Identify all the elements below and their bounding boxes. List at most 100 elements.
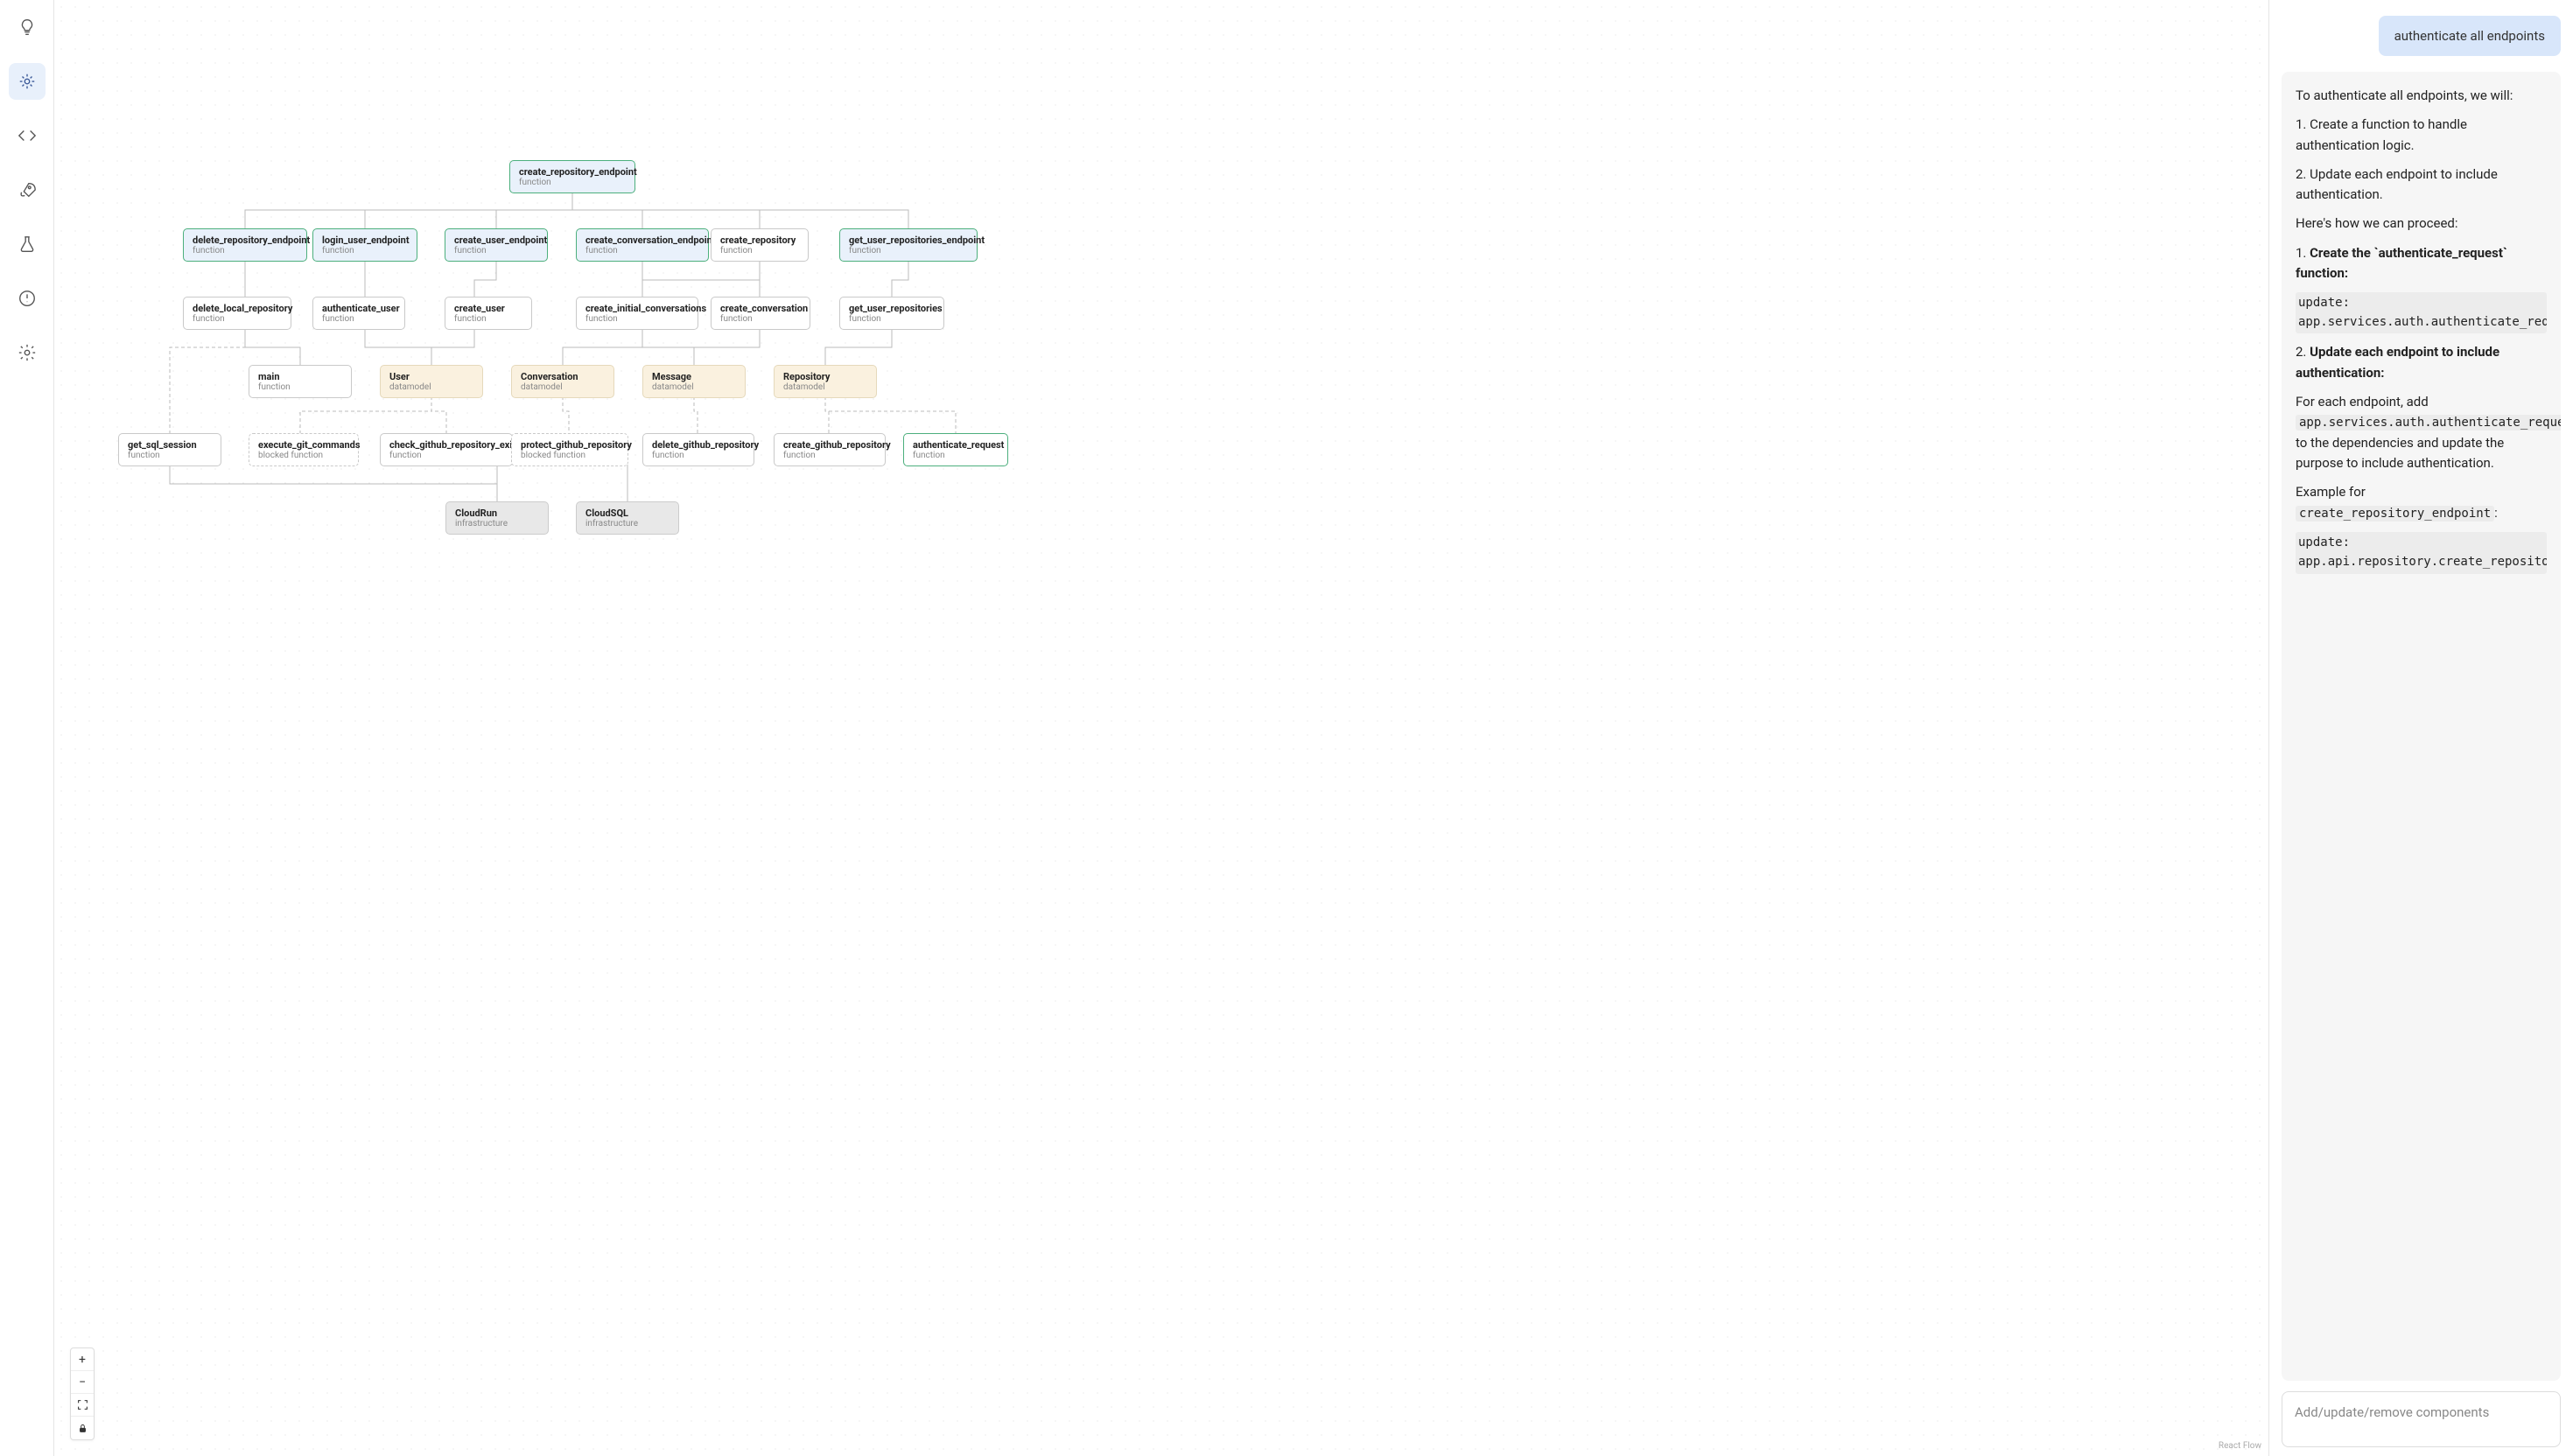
node-title: create_repository	[720, 234, 799, 246]
node-title: User	[389, 371, 473, 382]
node-delete_repository_endpoint[interactable]: delete_repository_endpointfunction	[183, 228, 307, 262]
node-create_repository_endpoint[interactable]: create_repository_endpointfunction	[509, 160, 635, 193]
gear-icon[interactable]	[9, 334, 46, 371]
node-subtitle: function	[720, 314, 801, 324]
node-create_user_endpoint[interactable]: create_user_endpointfunction	[445, 228, 548, 262]
flow-controls: + −	[70, 1348, 95, 1440]
assistant-step1: 1. Create a function to handle authentic…	[2296, 115, 2547, 156]
flask-icon[interactable]	[9, 226, 46, 262]
node-subtitle: blocked function	[258, 451, 349, 460]
node-create_conversation_endpoint[interactable]: create_conversation_endpointfunction	[576, 228, 709, 262]
node-subtitle: infrastructure	[585, 519, 670, 528]
node-delete_local_repository[interactable]: delete_local_repositoryfunction	[183, 297, 291, 330]
node-Message[interactable]: Messagedatamodel	[642, 365, 746, 398]
node-authenticate_user[interactable]: authenticate_userfunction	[312, 297, 405, 330]
assistant-intro: To authenticate all endpoints, we will:	[2296, 86, 2547, 106]
node-title: create_conversation	[720, 303, 801, 314]
node-subtitle: function	[720, 246, 799, 256]
node-subtitle: function	[322, 314, 396, 324]
chat-input[interactable]: Add/update/remove components	[2282, 1391, 2561, 1447]
zoom-in-button[interactable]: +	[71, 1348, 94, 1371]
node-create_github_repository[interactable]: create_github_repositoryfunction	[774, 433, 886, 466]
node-CloudSQL[interactable]: CloudSQLinfrastructure	[576, 501, 679, 535]
node-create_conversation[interactable]: create_conversationfunction	[711, 297, 810, 330]
assistant-proceed: Here's how we can proceed:	[2296, 214, 2547, 234]
canvas-area[interactable]: create_repository_endpointfunctiondelete…	[54, 0, 2268, 1456]
node-subtitle: function	[258, 382, 342, 392]
code-block-1: update: app.services.auth.authenticate_r…	[2296, 292, 2547, 333]
node-title: login_user_endpoint	[322, 234, 408, 246]
assistant-heading1: 1. Create the `authenticate_request` fun…	[2296, 243, 2547, 284]
node-subtitle: function	[849, 246, 968, 256]
node-User[interactable]: Userdatamodel	[380, 365, 483, 398]
node-title: protect_github_repository	[521, 439, 619, 451]
node-subtitle: function	[519, 178, 626, 187]
node-subtitle: datamodel	[521, 382, 605, 392]
node-subtitle: function	[454, 314, 522, 324]
node-create_repository[interactable]: create_repositoryfunction	[711, 228, 809, 262]
assistant-para2: For each endpoint, add app.services.auth…	[2296, 392, 2547, 473]
node-title: authenticate_request	[913, 439, 999, 451]
edges-layer	[54, 0, 2268, 1456]
assistant-message: To authenticate all endpoints, we will: …	[2282, 72, 2561, 1381]
node-subtitle: datamodel	[783, 382, 867, 392]
node-protect_github_repository[interactable]: protect_github_repositoryblocked functio…	[511, 433, 628, 466]
node-CloudRun[interactable]: CloudRuninfrastructure	[445, 501, 549, 535]
node-title: execute_git_commands	[258, 439, 349, 451]
node-title: Conversation	[521, 371, 605, 382]
node-create_user[interactable]: create_userfunction	[445, 297, 532, 330]
node-title: get_user_repositories_endpoint	[849, 234, 968, 246]
node-title: create_user_endpoint	[454, 234, 538, 246]
node-subtitle: function	[783, 451, 876, 460]
node-title: create_initial_conversations	[585, 303, 689, 314]
zoom-out-button[interactable]: −	[71, 1371, 94, 1394]
node-subtitle: function	[389, 451, 503, 460]
node-subtitle: function	[913, 451, 999, 460]
lightbulb-icon[interactable]	[9, 9, 46, 46]
node-title: Message	[652, 371, 736, 382]
code-icon[interactable]	[9, 117, 46, 154]
node-subtitle: blocked function	[521, 451, 619, 460]
code-block-2: update: app.api.repository.create_reposi…	[2296, 532, 2547, 573]
node-title: delete_github_repository	[652, 439, 745, 451]
node-get_user_repositories_endpoint[interactable]: get_user_repositories_endpointfunction	[839, 228, 978, 262]
node-subtitle: function	[193, 314, 282, 324]
node-title: get_sql_session	[128, 439, 212, 451]
assistant-step2: 2. Update each endpoint to include authe…	[2296, 164, 2547, 206]
node-title: CloudSQL	[585, 508, 670, 519]
alert-icon[interactable]	[9, 280, 46, 317]
user-message-bubble: authenticate all endpoints	[2379, 16, 2561, 56]
node-title: delete_repository_endpoint	[193, 234, 298, 246]
node-title: get_user_repositories	[849, 303, 935, 314]
node-login_user_endpoint[interactable]: login_user_endpointfunction	[312, 228, 417, 262]
node-subtitle: function	[849, 314, 935, 324]
node-Repository[interactable]: Repositorydatamodel	[774, 365, 877, 398]
node-get_sql_session[interactable]: get_sql_sessionfunction	[118, 433, 221, 466]
node-subtitle: function	[652, 451, 745, 460]
node-subtitle: infrastructure	[455, 519, 539, 528]
node-subtitle: function	[454, 246, 538, 256]
rocket-icon[interactable]	[9, 172, 46, 208]
node-authenticate_request[interactable]: authenticate_requestfunction	[903, 433, 1008, 466]
node-execute_git_commands[interactable]: execute_git_commandsblocked function	[249, 433, 359, 466]
node-subtitle: function	[585, 314, 689, 324]
focus-icon[interactable]	[9, 63, 46, 100]
node-title: delete_local_repository	[193, 303, 282, 314]
chat-panel: authenticate all endpoints To authentica…	[2268, 0, 2573, 1456]
node-title: main	[258, 371, 342, 382]
node-subtitle: datamodel	[652, 382, 736, 392]
node-get_user_repositories[interactable]: get_user_repositoriesfunction	[839, 297, 944, 330]
node-main[interactable]: mainfunction	[249, 365, 352, 398]
node-title: create_conversation_endpoint	[585, 234, 699, 246]
node-title: CloudRun	[455, 508, 539, 519]
attribution-label: React Flow	[2219, 1441, 2261, 1451]
node-title: create_repository_endpoint	[519, 166, 626, 178]
node-title: create_user	[454, 303, 522, 314]
node-create_initial_conversations[interactable]: create_initial_conversationsfunction	[576, 297, 698, 330]
lock-button[interactable]	[71, 1417, 94, 1439]
node-check_github_repository_exists[interactable]: check_github_repository_existsfunction	[380, 433, 513, 466]
node-Conversation[interactable]: Conversationdatamodel	[511, 365, 614, 398]
node-subtitle: datamodel	[389, 382, 473, 392]
fit-view-button[interactable]	[71, 1394, 94, 1417]
node-delete_github_repository[interactable]: delete_github_repositoryfunction	[642, 433, 754, 466]
